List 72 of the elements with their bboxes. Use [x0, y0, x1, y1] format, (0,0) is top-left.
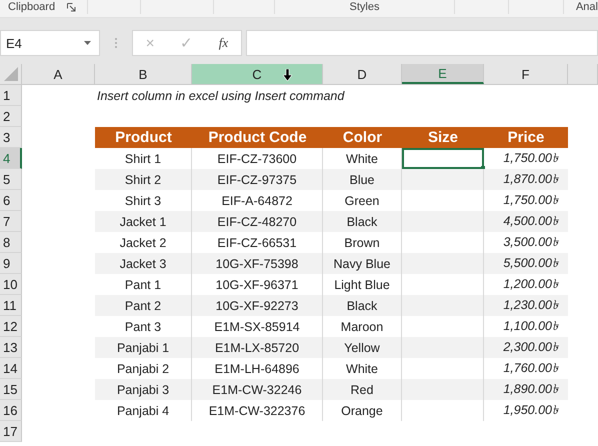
row-header[interactable]: 10 — [0, 274, 22, 295]
column-header[interactable]: C — [192, 64, 323, 84]
row-header[interactable]: 1 — [0, 85, 22, 106]
table-cell: Pant 2 — [95, 295, 192, 316]
table-cell: 1,870.00৳ — [484, 169, 568, 190]
table-header-cell: Price — [484, 127, 568, 148]
sheet-title: Insert column in excel using Insert command — [97, 88, 344, 102]
column-header[interactable]: E — [402, 64, 484, 84]
table-cell[interactable] — [402, 148, 484, 169]
row-header[interactable]: 12 — [0, 316, 22, 337]
table-header-cell: Color — [323, 127, 402, 148]
table-header-cell: Product Code — [192, 127, 323, 148]
table-cell: Black — [323, 211, 402, 232]
table-cell: Navy Blue — [323, 253, 402, 274]
row-header[interactable]: 15 — [0, 379, 22, 400]
formula-input[interactable] — [246, 30, 598, 56]
ribbon-group-label: Styles — [350, 1, 380, 13]
table-cell: E1M-CW-32246 — [192, 379, 323, 400]
row-header[interactable]: 3 — [0, 127, 22, 148]
column-header[interactable]: A — [22, 64, 95, 84]
table-cell: Panjabi 3 — [95, 379, 192, 400]
table-cell-text: 3,500.00৳ — [502, 234, 560, 250]
table-cell: 5,500.00৳ — [484, 253, 568, 274]
table-cell: 4,500.00৳ — [484, 211, 568, 232]
table-cell: Black — [323, 295, 402, 316]
table-cell: Red — [323, 379, 402, 400]
table-cell-text: 1,100.00৳ — [502, 318, 560, 334]
table-cell: E1M-CW-322376 — [192, 400, 323, 421]
dialog-launcher-icon[interactable] — [67, 2, 76, 12]
table-cell: 1,230.00৳ — [484, 295, 568, 316]
table-cell-text: 1,200.00৳ — [502, 276, 560, 292]
table-header-cell: Product — [95, 127, 192, 148]
table-cell: Orange — [323, 400, 402, 421]
table-cell-text: 1,750.00৳ — [502, 192, 560, 208]
column-header[interactable]: F — [484, 64, 568, 84]
table-cell: 10G-XF-92273 — [192, 295, 323, 316]
table-cell: Jacket 1 — [95, 211, 192, 232]
select-all-icon[interactable] — [4, 67, 18, 81]
row-header[interactable]: 8 — [0, 232, 22, 253]
dropdown-icon[interactable] — [84, 41, 91, 45]
table-cell-text: 1,760.00৳ — [502, 360, 560, 376]
table-header-cell: Size — [402, 127, 484, 148]
row-header[interactable]: 16 — [0, 400, 22, 421]
table-cell: 10G-XF-75398 — [192, 253, 323, 274]
table-cell-text: 1,750.00৳ — [502, 150, 560, 166]
table-cell: 1,890.00৳ — [484, 379, 568, 400]
row-header[interactable]: 2 — [0, 106, 22, 127]
insert-function-button[interactable]: fx — [218, 35, 228, 51]
row-header[interactable]: 11 — [0, 295, 22, 316]
table-cell: Panjabi 4 — [95, 400, 192, 421]
row-header[interactable]: 13 — [0, 337, 22, 358]
down-arrow-cursor-icon — [283, 69, 292, 81]
ribbon-group-label: Anal — [576, 1, 598, 13]
table-cell: Blue — [323, 169, 402, 190]
table-cell: EIF-CZ-97375 — [192, 169, 323, 190]
table-cell: E1M-LX-85720 — [192, 337, 323, 358]
name-box[interactable]: E4 — [0, 30, 100, 56]
row-header[interactable]: 4 — [0, 148, 22, 169]
table-cell: Yellow — [323, 337, 402, 358]
row-header[interactable]: 9 — [0, 253, 22, 274]
table-cell: Panjabi 1 — [95, 337, 192, 358]
table-cell: 2,300.00৳ — [484, 337, 568, 358]
row-header[interactable]: 5 — [0, 169, 22, 190]
table-cell: Jacket 3 — [95, 253, 192, 274]
table-cell: EIF-CZ-48270 — [192, 211, 323, 232]
ribbon-group-label: Clipboard — [8, 1, 56, 13]
table-cell: Shirt 2 — [95, 169, 192, 190]
row-header[interactable]: 17 — [0, 421, 22, 442]
row-header[interactable]: 14 — [0, 358, 22, 379]
row-header[interactable]: 6 — [0, 190, 22, 211]
table-cell-text: 1,950.00৳ — [502, 402, 560, 418]
row-header[interactable]: 7 — [0, 211, 22, 232]
